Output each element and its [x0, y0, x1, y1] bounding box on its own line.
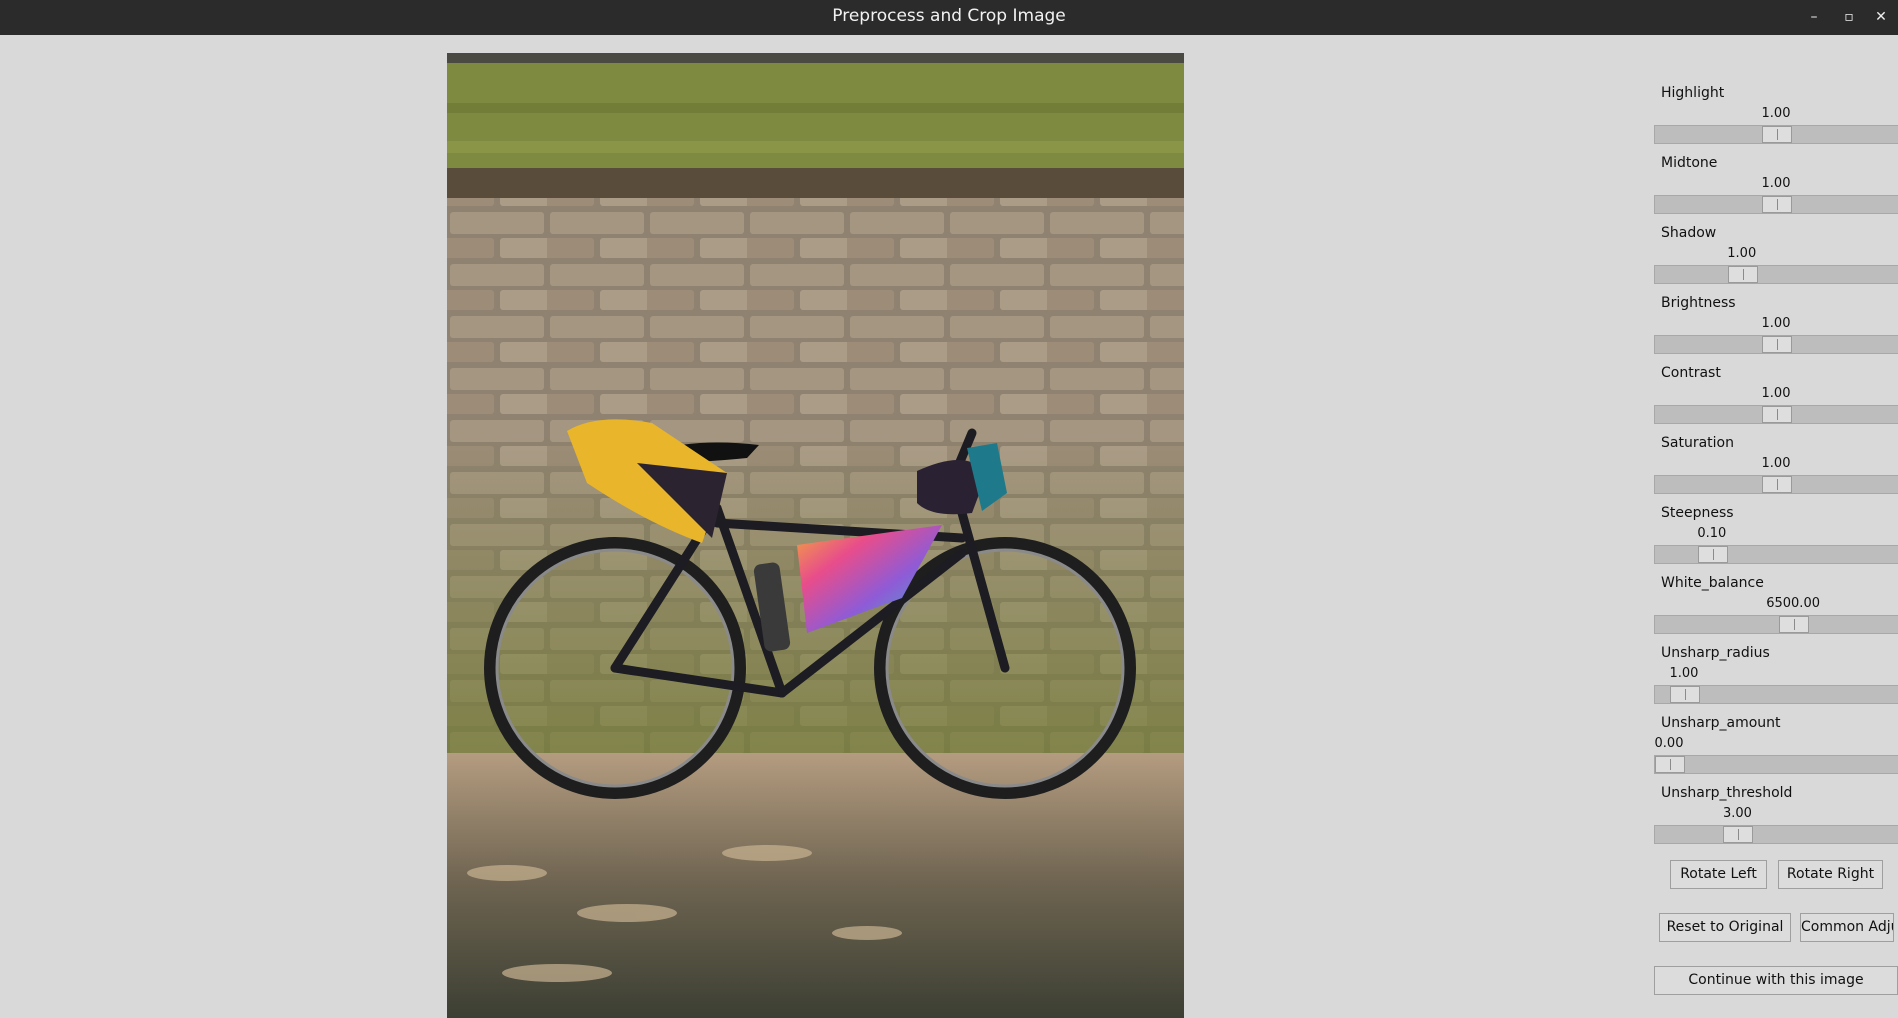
minimize-button[interactable]: – [1803, 6, 1825, 28]
slider-value: 6500.00 [1766, 596, 1820, 611]
slider-label: Steepness [1661, 505, 1734, 521]
maximize-button[interactable]: ▫ [1838, 6, 1860, 28]
slider-value: 1.00 [1761, 106, 1791, 121]
slider-value: 3.00 [1722, 806, 1752, 821]
slider-handle[interactable] [1697, 546, 1728, 563]
slider-handle[interactable] [1779, 616, 1810, 633]
slider-label: Shadow [1661, 225, 1717, 241]
slider-label: Highlight [1661, 85, 1725, 101]
slider-value: 1.00 [1761, 456, 1791, 471]
slider-handle[interactable] [1762, 336, 1792, 353]
slider-label: Unsharp_threshold [1661, 785, 1793, 801]
slider-track[interactable] [1654, 125, 1898, 144]
slider-handle[interactable] [1762, 476, 1792, 493]
image-preview[interactable] [447, 53, 1184, 1018]
slider-handle[interactable] [1669, 686, 1700, 703]
slider-label: Contrast [1661, 365, 1721, 381]
slider-handle[interactable] [1655, 756, 1685, 773]
reset-to-original-button[interactable]: Reset to Original [1659, 913, 1791, 942]
slider-value: 1.00 [1761, 316, 1791, 331]
slider-value: 1.00 [1669, 666, 1699, 681]
slider-track[interactable] [1654, 265, 1898, 284]
slider-value: 0.10 [1697, 526, 1727, 541]
slider-track[interactable] [1654, 685, 1898, 704]
title-bar: Preprocess and Crop Image – ▫ ✕ [0, 0, 1898, 35]
continue-button[interactable]: Continue with this image [1654, 966, 1898, 995]
slider-handle[interactable] [1762, 196, 1792, 213]
slider-value: 1.00 [1761, 176, 1791, 191]
slider-label: Brightness [1661, 295, 1736, 311]
rotate-right-button[interactable]: Rotate Right [1778, 860, 1883, 889]
slider-track[interactable] [1654, 825, 1898, 844]
slider-label: Midtone [1661, 155, 1718, 171]
close-button[interactable]: ✕ [1870, 6, 1892, 28]
slider-label: Saturation [1661, 435, 1734, 451]
slider-track[interactable] [1654, 195, 1898, 214]
rotate-left-button[interactable]: Rotate Left [1670, 860, 1767, 889]
common-adjustments-button[interactable]: Common Adjustments [1800, 913, 1894, 942]
slider-track[interactable] [1654, 405, 1898, 424]
slider-track[interactable] [1654, 545, 1898, 564]
slider-label: Unsharp_amount [1661, 715, 1781, 731]
slider-handle[interactable] [1727, 266, 1758, 283]
slider-label: White_balance [1661, 575, 1764, 591]
window-title: Preprocess and Crop Image [832, 6, 1066, 26]
slider-label: Unsharp_radius [1661, 645, 1770, 661]
slider-handle[interactable] [1762, 126, 1792, 143]
bicycle-photo [447, 53, 1184, 1018]
slider-track[interactable] [1654, 755, 1898, 774]
window-content: Highlight 1.00 Midtone 1.00 Shadow 1.00 Bright… [0, 35, 1898, 1018]
slider-handle[interactable] [1723, 826, 1754, 843]
adjustment-panel: Highlight 1.00 Midtone 1.00 Shadow 1.00 Bright… [1650, 35, 1898, 1018]
slider-handle[interactable] [1762, 406, 1792, 423]
slider-value: 0.00 [1654, 736, 1684, 751]
slider-track[interactable] [1654, 475, 1898, 494]
slider-track[interactable] [1654, 615, 1898, 634]
slider-value: 1.00 [1761, 386, 1791, 401]
slider-track[interactable] [1654, 335, 1898, 354]
slider-value: 1.00 [1727, 246, 1757, 261]
